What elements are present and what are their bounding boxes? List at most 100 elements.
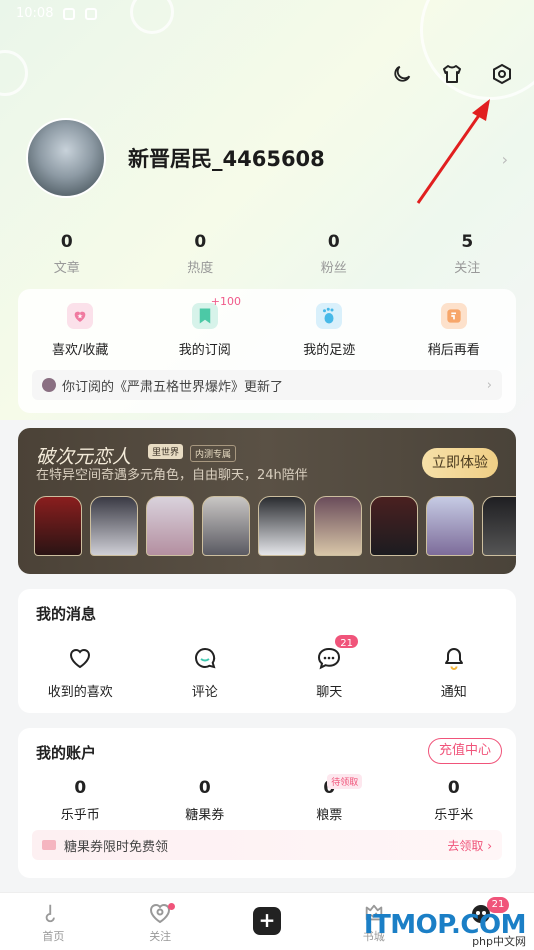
status-time: 10:08 [16,6,54,21]
banner-subtitle: 在特异空间奇遇多元角色，自由聊天，24h陪伴 [36,468,308,483]
banner-brand-tag: 里世界 [148,444,184,459]
promo-text: 糖果券限时免费领 [64,839,169,855]
account-item-candy-coupons[interactable]: 0 糖果券 [143,778,268,823]
quick-actions-card: 喜欢/收藏 +100 我的订阅 我的足迹 稍后再看 你订阅的《严肃五格世界爆炸》… [18,289,516,413]
account-card: 我的账户 充值中心 0 乐乎币 0 糖果券 待领取 0 粮票 0 乐乎米 糖果券… [18,728,516,878]
msg-item-notifications[interactable]: 通知 [392,645,517,700]
stat-value: 0 [327,232,340,252]
notification-icon [63,7,76,20]
stats-row: 0 文章 0 热度 0 粉丝 5 关注 [0,232,534,276]
msg-item-likes[interactable]: 收到的喜欢 [18,645,143,700]
status-bar: 10:08 [16,6,98,21]
home-icon [41,901,65,925]
skin-shirt-icon[interactable] [438,60,466,88]
stat-value: 5 [461,232,474,252]
subscription-update-notice[interactable]: 你订阅的《严肃五格世界爆炸》更新了 › [32,370,502,400]
tab-home[interactable]: 首页 [0,893,107,950]
stat-articles[interactable]: 0 文章 [0,232,134,276]
banner-tag: 内测专属 [190,445,237,462]
stat-heat[interactable]: 0 热度 [134,232,268,276]
account-value: 0 [447,778,460,798]
heart-star-icon [67,303,94,329]
quick-item-watch-later[interactable]: 稍后再看 [392,303,517,358]
username: 新晋居民_4465608 [128,147,325,171]
character-card[interactable] [370,496,418,556]
tab-follow[interactable]: 关注 [107,893,214,950]
account-value: 0 [74,778,87,798]
stat-label: 文章 [53,261,80,276]
stat-label: 粉丝 [320,261,347,276]
footprint-icon [316,303,343,329]
stat-value: 0 [194,232,207,252]
character-gallery [34,496,516,556]
stat-fans[interactable]: 0 粉丝 [267,232,401,276]
tab-label: 关注 [149,930,172,943]
unread-dot [168,903,176,910]
coupon-promo[interactable]: 糖果券限时免费领 去领取 › [32,830,502,860]
quick-item-footprints[interactable]: 我的足迹 [267,303,392,358]
claim-label: 去领取 [447,838,484,853]
msg-item-label: 评论 [191,685,218,700]
quick-item-label: 喜欢/收藏 [52,343,109,358]
quick-item-favorites[interactable]: 喜欢/收藏 [18,303,143,358]
tab-publish[interactable]: + [214,893,321,950]
author-avatar [42,378,56,392]
bell-icon [441,645,467,671]
account-item-lofter-rice[interactable]: 0 乐乎米 [392,778,517,823]
character-card[interactable] [34,496,82,556]
account-item-coins[interactable]: 0 乐乎币 [18,778,143,823]
messages-title: 我的消息 [36,605,97,623]
heart-outline-icon [67,645,93,671]
claim-link[interactable]: 去领取 › [447,837,492,854]
notice-text: 你订阅的《严肃五格世界爆炸》更新了 [62,379,284,395]
character-card[interactable] [482,496,516,556]
quick-item-label: 我的订阅 [178,343,231,358]
pending-claim-badge: 待领取 [327,774,363,789]
annotation-arrow [416,99,490,204]
settings-icon[interactable] [488,60,516,88]
character-card[interactable] [90,496,138,556]
top-actions [388,60,516,88]
stat-label: 热度 [187,261,214,276]
account-label: 粮票 [316,808,343,823]
quick-item-label: 稍后再看 [427,343,480,358]
msg-item-chat[interactable]: 21 聊天 [267,633,392,700]
avatar[interactable] [26,118,106,198]
comment-icon [192,645,218,671]
try-now-button[interactable]: 立即体验 [422,448,498,478]
chevron-right-icon: › [486,377,492,393]
night-mode-icon[interactable] [388,60,416,88]
stat-value: 0 [60,232,73,252]
character-card[interactable] [426,496,474,556]
stat-following[interactable]: 5 关注 [401,232,534,276]
recharge-center-button[interactable]: 充值中心 [427,738,502,764]
msg-item-label: 聊天 [316,685,343,700]
watermark-sub: php中文网 [472,935,526,948]
account-item-food-tickets[interactable]: 待领取 0 粮票 [267,774,392,823]
character-card[interactable] [146,496,194,556]
chevron-right-icon[interactable]: › [502,150,508,169]
msg-item-label: 收到的喜欢 [47,685,113,700]
msg-item-comments[interactable]: 评论 [143,645,268,700]
promo-banner[interactable]: 破次元恋人 里世界 内测专属 在特异空间奇遇多元角色，自由聊天，24h陪伴 立即… [18,428,516,574]
profile-header[interactable]: 新晋居民_4465608 [26,118,325,198]
account-label: 乐乎米 [434,808,474,823]
account-value: 0 [198,778,211,798]
account-label: 糖果券 [185,808,225,823]
decorative-circle [130,0,174,34]
stat-label: 关注 [454,261,481,276]
coupon-icon [42,840,56,850]
account-title: 我的账户 [36,744,97,762]
messages-card: 我的消息 收到的喜欢 评论 21 聊天 通知 [18,589,516,713]
character-card[interactable] [314,496,362,556]
character-card[interactable] [258,496,306,556]
account-label: 乐乎币 [60,808,100,823]
tab-label: 首页 [42,930,65,943]
decorative-circle [0,50,28,96]
character-card[interactable] [202,496,250,556]
msg-item-label: 通知 [440,685,467,700]
points-badge: +100 [210,295,241,308]
publish-plus-icon: + [252,907,281,935]
watch-later-icon [440,303,467,329]
quick-item-subscriptions[interactable]: +100 我的订阅 [143,295,268,358]
